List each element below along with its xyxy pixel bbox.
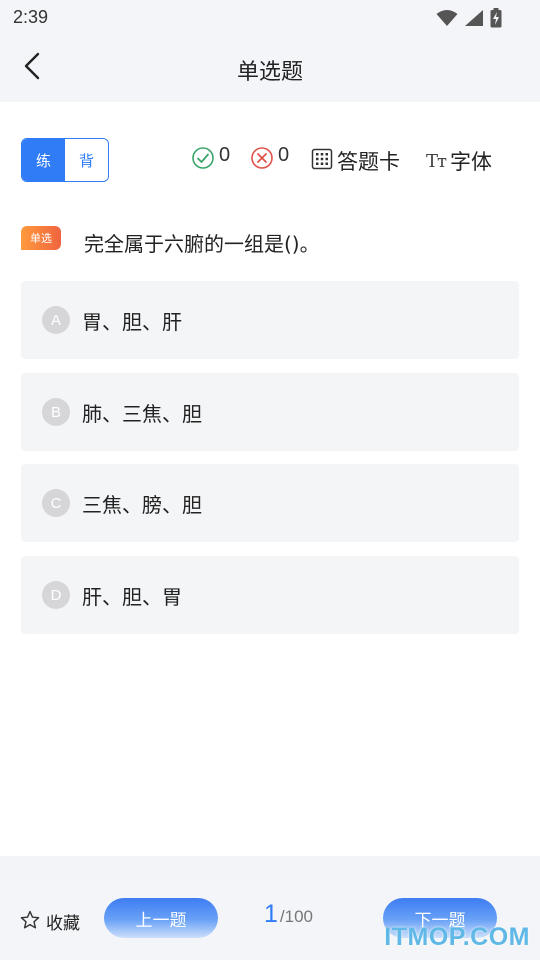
option-letter: A: [42, 306, 70, 334]
option-b[interactable]: B 肺、三焦、胆: [21, 373, 519, 451]
watermark: ITMOP.COM: [384, 923, 530, 951]
bottom-divider: [0, 856, 540, 880]
favorite-button[interactable]: 收藏: [20, 909, 80, 934]
option-text: 胃、胆、肝: [82, 309, 182, 334]
answer-card-label: 答题卡: [337, 150, 400, 174]
font-size-button[interactable]: Tт 字体: [426, 146, 492, 176]
mode-toggle: 练 背: [21, 138, 109, 182]
font-size-icon: Tт: [426, 150, 447, 172]
question-screen: 2:39 单选题 练 背 0 0 答题卡 Tт 字体 单选 完全属于六腑的一组是…: [0, 0, 540, 960]
recite-mode-button[interactable]: 背: [65, 139, 108, 181]
page-indicator: 1 /100: [264, 900, 313, 929]
app-bar: 单选题: [0, 36, 540, 102]
favorite-label: 收藏: [46, 914, 80, 934]
font-size-label: 字体: [449, 150, 492, 174]
status-bar: 2:39: [0, 0, 540, 36]
page-title: 单选题: [236, 60, 303, 85]
option-text: 肝、胆、胃: [82, 584, 182, 609]
previous-question-button[interactable]: 上一题: [104, 898, 218, 938]
option-letter: D: [42, 581, 70, 609]
option-letter: B: [42, 398, 70, 426]
option-text: 肺、三焦、胆: [82, 401, 202, 426]
question-type-badge: 单选: [21, 226, 61, 250]
correct-count: 0: [191, 143, 231, 174]
question-text: 完全属于六腑的一组是()。: [84, 232, 320, 256]
total-questions: /100: [279, 907, 313, 926]
current-question-number: 1: [264, 900, 278, 928]
option-a[interactable]: A 胃、胆、肝: [21, 281, 519, 359]
option-c[interactable]: C 三焦、膀、胆: [21, 464, 519, 542]
option-text: 三焦、膀、胆: [82, 492, 202, 517]
wrong-count-value: 0: [278, 143, 290, 166]
battery-charging-icon: [490, 8, 502, 28]
option-letter: C: [42, 489, 70, 517]
answer-card-button[interactable]: 答题卡: [311, 146, 400, 176]
x-circle-icon: [250, 146, 274, 174]
grid-icon: [311, 148, 333, 174]
wrong-count: 0: [250, 143, 290, 174]
check-circle-icon: [191, 146, 215, 174]
wifi-icon: [436, 9, 458, 27]
cellular-signal-icon: [464, 9, 484, 27]
option-d[interactable]: D 肝、胆、胃: [21, 556, 519, 634]
status-time: 2:39: [13, 7, 49, 27]
practice-mode-button[interactable]: 练: [22, 139, 65, 181]
status-icons: [436, 8, 502, 28]
star-outline-icon: [20, 910, 40, 934]
correct-count-value: 0: [219, 143, 231, 166]
